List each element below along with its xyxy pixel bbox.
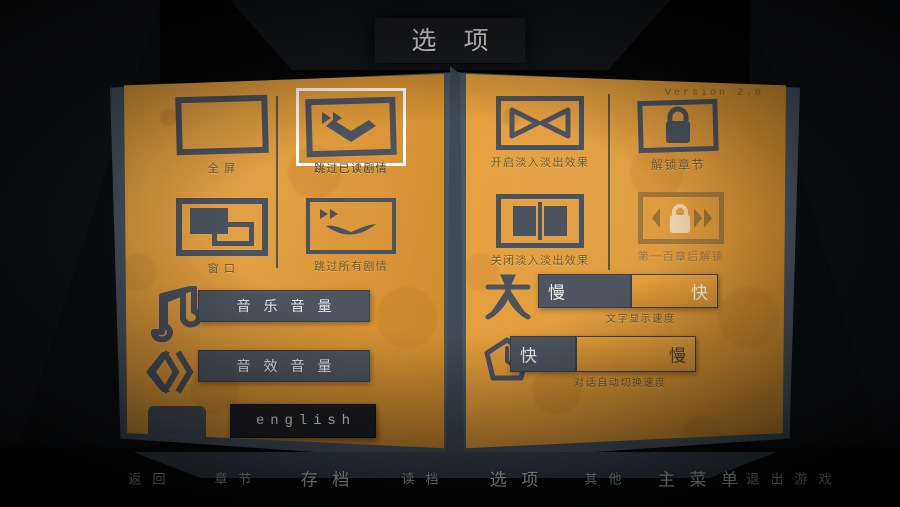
nav-item-4[interactable]: 选 项	[485, 466, 544, 491]
version-text: Version 2.0	[664, 88, 764, 99]
fullscreen-icon	[175, 94, 269, 156]
book-page-left: 全 屏 窗 口 跳过已读剧情 跳过所有剧情 音 乐 音 量 音 效 音 量 en…	[124, 74, 444, 449]
right-column-divider	[608, 94, 610, 270]
auto-advance-high-label: 慢	[669, 346, 686, 366]
book-page-right: Version 2.0 开启淡入淡出效果 关闭淡入淡出效果 解锁章节 第一百章后…	[466, 74, 786, 449]
option-fullscreen[interactable]: 全 屏	[175, 94, 269, 175]
option-locked-chapter-label: 第一百章后解锁	[637, 251, 725, 263]
options-screen: 选 项 全 屏 窗 口 跳过已读剧情 跳过所有剧情 音 乐 音 量 音 效 音 …	[0, 0, 900, 507]
nav-item-5[interactable]: 其 他	[581, 469, 626, 488]
window-mode-icon	[176, 198, 268, 256]
page-title-text: 选 项	[374, 18, 526, 63]
nav-item-0[interactable]: 返 回	[125, 469, 170, 488]
skip-read-icon	[305, 96, 397, 158]
music-volume-button[interactable]: 音 乐 音 量	[198, 290, 370, 322]
skip-all-icon	[306, 198, 396, 254]
nav-item-6[interactable]: 主 菜 单	[653, 466, 743, 491]
text-speed-slider[interactable]: 慢 快	[538, 274, 718, 308]
nav-item-1[interactable]: 章 节	[211, 469, 256, 488]
option-window-mode[interactable]: 窗 口	[176, 198, 268, 275]
music-note-icon	[140, 285, 202, 347]
option-locked-chapter[interactable]: 第一百章后解锁	[638, 192, 724, 263]
option-fullscreen-label: 全 屏	[207, 163, 237, 175]
sound-wave-icon	[142, 346, 202, 403]
nav-item-3[interactable]: 读 档	[398, 469, 443, 488]
music-volume-label: 音 乐 音 量	[236, 300, 337, 315]
option-skip-all[interactable]: 跳过所有剧情	[306, 198, 396, 273]
sfx-volume-button[interactable]: 音 效 音 量	[198, 350, 370, 382]
locked-skip-icon	[638, 192, 724, 244]
language-button[interactable]: english	[230, 404, 376, 438]
option-fade-off[interactable]: 关闭淡入淡出效果	[491, 194, 588, 267]
text-speed-low-label: 慢	[548, 283, 565, 303]
left-column-divider	[276, 96, 278, 268]
nav-item-2[interactable]: 存 档	[296, 466, 355, 491]
option-unlock-chapters-label: 解锁章节	[651, 158, 705, 172]
bottom-nav: 返 回 章 节 存 档 读 档 选 项 其 他 主 菜 单退 出 游 戏	[0, 463, 900, 493]
option-window-mode-label: 窗 口	[207, 263, 237, 275]
text-speed-caption: 文字显示速度	[606, 314, 676, 325]
option-fade-off-label: 关闭淡入淡出效果	[490, 255, 590, 267]
text-char-icon	[484, 274, 532, 327]
fade-off-icon	[496, 194, 584, 248]
page-title: 选 项	[0, 18, 900, 63]
options-book: 全 屏 窗 口 跳过已读剧情 跳过所有剧情 音 乐 音 量 音 效 音 量 en…	[110, 60, 800, 478]
text-speed-high-label: 快	[691, 283, 708, 303]
option-skip-read-label: 跳过已读剧情	[314, 163, 388, 175]
auto-advance-low-label: 快	[520, 346, 537, 366]
nav-item-7[interactable]: 退 出 游 戏	[743, 469, 836, 488]
auto-advance-slider[interactable]: 快 慢	[510, 336, 696, 372]
sfx-volume-label: 音 效 音 量	[236, 360, 337, 375]
option-fade-on[interactable]: 开启淡入淡出效果	[491, 96, 588, 169]
fade-on-icon	[496, 96, 584, 150]
option-skip-read[interactable]: 跳过已读剧情	[296, 88, 406, 175]
speech-bubble-icon	[146, 400, 210, 449]
option-skip-all-label: 跳过所有剧情	[314, 261, 388, 273]
option-unlock-chapters[interactable]: 解锁章节	[637, 98, 719, 172]
option-fade-on-label: 开启淡入淡出效果	[490, 157, 590, 169]
language-label: english	[255, 413, 356, 429]
auto-advance-caption: 对话自动切换速度	[574, 378, 667, 389]
lock-icon	[637, 98, 719, 154]
